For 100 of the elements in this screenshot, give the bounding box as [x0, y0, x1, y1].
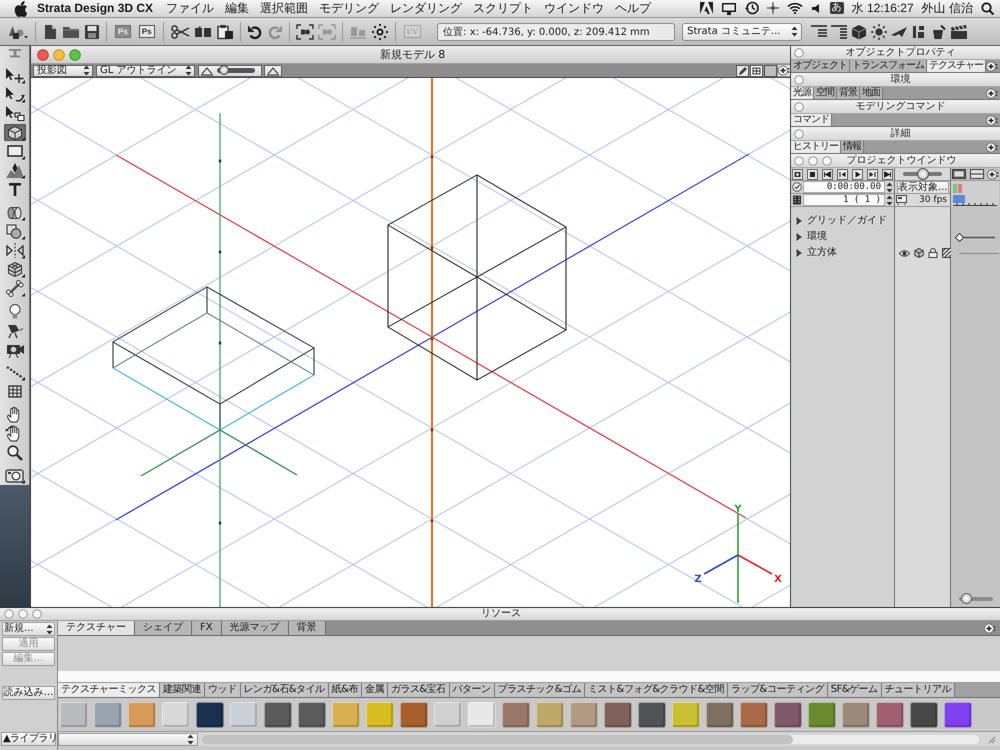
grid-view-icon[interactable] [750, 64, 763, 76]
collapse-button-icon[interactable] [794, 74, 804, 84]
texture-swatch[interactable] [672, 702, 700, 728]
stepper-arrows-icon[interactable] [187, 734, 194, 744]
new-button[interactable]: 新規... [2, 622, 55, 636]
frame-field[interactable]: 1 ( 1 ) [803, 194, 885, 206]
texture-swatch[interactable] [264, 702, 292, 728]
texture-swatch[interactable] [162, 702, 190, 728]
panel-tab[interactable]: 情報 [841, 141, 864, 153]
panel-tab[interactable]: 背景 [837, 87, 860, 99]
copy-icon[interactable] [194, 24, 212, 40]
arrow-scale-icon[interactable] [4, 105, 26, 122]
plus-menu-icon[interactable] [986, 142, 998, 152]
texture-swatch[interactable] [604, 702, 632, 728]
input-method-indicator[interactable]: あ [830, 2, 844, 14]
cube-icon[interactable] [914, 248, 924, 258]
texture-swatch[interactable] [400, 702, 428, 728]
dotted-line-icon[interactable] [4, 364, 26, 381]
step-back-icon[interactable] [837, 168, 848, 180]
menu-item[interactable]: ウインドウ [544, 1, 604, 16]
menu-item[interactable]: 編集 [225, 1, 250, 16]
mountain-icon[interactable] [266, 66, 278, 76]
texture-swatch[interactable] [774, 702, 802, 728]
stop-icon[interactable] [807, 168, 818, 180]
category-tab[interactable]: プラスチック&ゴム [494, 683, 586, 697]
resource-tab[interactable]: シェイプ [135, 621, 192, 635]
plus-menu-icon[interactable] [986, 114, 998, 126]
category-tab[interactable]: レンガ&石&タイル [240, 683, 329, 697]
texture-swatch[interactable] [332, 702, 360, 728]
close-button-icon[interactable] [794, 156, 804, 166]
mirror-icon[interactable] [4, 242, 26, 259]
texture-swatch[interactable] [808, 702, 836, 728]
resize-grip-icon[interactable] [987, 734, 996, 744]
shapes-icon[interactable] [4, 223, 26, 240]
plus-menu-icon[interactable] [778, 65, 790, 76]
bucket-icon[interactable] [930, 24, 948, 40]
panel-tab[interactable]: 空間 [814, 87, 837, 99]
category-tab[interactable]: 金属 [362, 683, 388, 697]
tree-item[interactable]: グリッド／ガイド [807, 215, 887, 227]
skip-end-icon[interactable] [882, 168, 893, 180]
texture-swatch[interactable] [842, 702, 870, 728]
target-icon[interactable] [370, 24, 389, 40]
slider-thumb[interactable] [960, 593, 972, 604]
menu-item[interactable]: ファイル [166, 1, 214, 16]
paste-icon[interactable] [216, 24, 234, 40]
collapse-button-icon[interactable] [794, 102, 804, 112]
screen-icon[interactable] [896, 195, 907, 205]
slider-thumb[interactable] [916, 168, 928, 180]
resource-tab[interactable]: テクスチャー [58, 621, 135, 635]
menu-item[interactable]: スクリプト [473, 1, 534, 16]
sun-icon[interactable] [870, 24, 888, 40]
zoom-button-icon[interactable] [32, 609, 42, 619]
stepper-arrows-icon[interactable] [46, 624, 53, 634]
zoom-out-button[interactable] [264, 64, 282, 76]
panel-tab[interactable]: トランスフォーム [850, 60, 927, 72]
lock-icon[interactable] [928, 248, 938, 258]
align-right-icon[interactable] [830, 24, 848, 40]
texture-swatch[interactable] [944, 702, 972, 728]
texture-swatch[interactable] [298, 702, 326, 728]
position-field[interactable]: 位置: x: -64.736, y: 0.000, z: 209.412 mm [437, 22, 676, 40]
render-mode-dropdown[interactable]: GL アウトライン [96, 64, 194, 76]
scissors-icon[interactable] [170, 24, 190, 40]
library-button[interactable]: ▲ライブラリ [1, 732, 56, 746]
check-circle-icon[interactable] [792, 182, 802, 192]
menu-item[interactable]: ヘルプ [615, 1, 652, 16]
minimize-button-icon[interactable] [18, 609, 28, 619]
stepper-arrows-icon[interactable] [83, 65, 90, 76]
texture-swatch[interactable] [468, 702, 496, 728]
texture-swatch[interactable] [196, 702, 224, 728]
plus-menu-icon[interactable] [984, 622, 996, 634]
zoom-slider-track[interactable] [216, 68, 254, 73]
stepper-arrows-icon[interactable] [184, 65, 192, 76]
photo-camera-icon[interactable] [4, 467, 26, 484]
photoshop-button[interactable]: Ps [138, 25, 155, 38]
texture-swatch[interactable] [94, 702, 122, 728]
skip-start-icon[interactable] [822, 168, 833, 180]
shapes-menu-icon[interactable] [7, 24, 29, 40]
apple-icon[interactable] [14, 0, 27, 16]
texture-swatch[interactable] [536, 702, 564, 728]
display-target-button[interactable]: 表示対象... [897, 180, 949, 194]
panel-tab[interactable]: 光源 [791, 87, 814, 99]
terrain-icon[interactable] [4, 162, 26, 179]
close-button-icon[interactable] [4, 609, 14, 619]
plus-menu-icon[interactable] [986, 88, 998, 98]
category-tab[interactable]: パターン [450, 683, 495, 697]
texture-swatch[interactable] [706, 702, 734, 728]
panel-tab[interactable]: オブジェクト [791, 60, 850, 72]
clapperboard-icon[interactable] [950, 24, 968, 40]
split-view-icon[interactable] [970, 169, 984, 179]
hatch-icon[interactable] [942, 248, 952, 258]
expand-arrow-icon[interactable] [795, 249, 803, 257]
stepper-arrows-icon[interactable] [791, 26, 798, 37]
undo-icon[interactable] [246, 24, 263, 40]
category-tab[interactable]: 紙&布 [328, 683, 362, 697]
app-menu[interactable]: Strata Design 3D CX [37, 1, 154, 16]
history-icon[interactable] [744, 1, 759, 16]
stepper-arrows-icon[interactable] [886, 194, 893, 206]
texture-swatch[interactable] [876, 702, 904, 728]
step-forward-icon[interactable] [867, 168, 878, 180]
monitor-icon[interactable] [720, 2, 737, 15]
